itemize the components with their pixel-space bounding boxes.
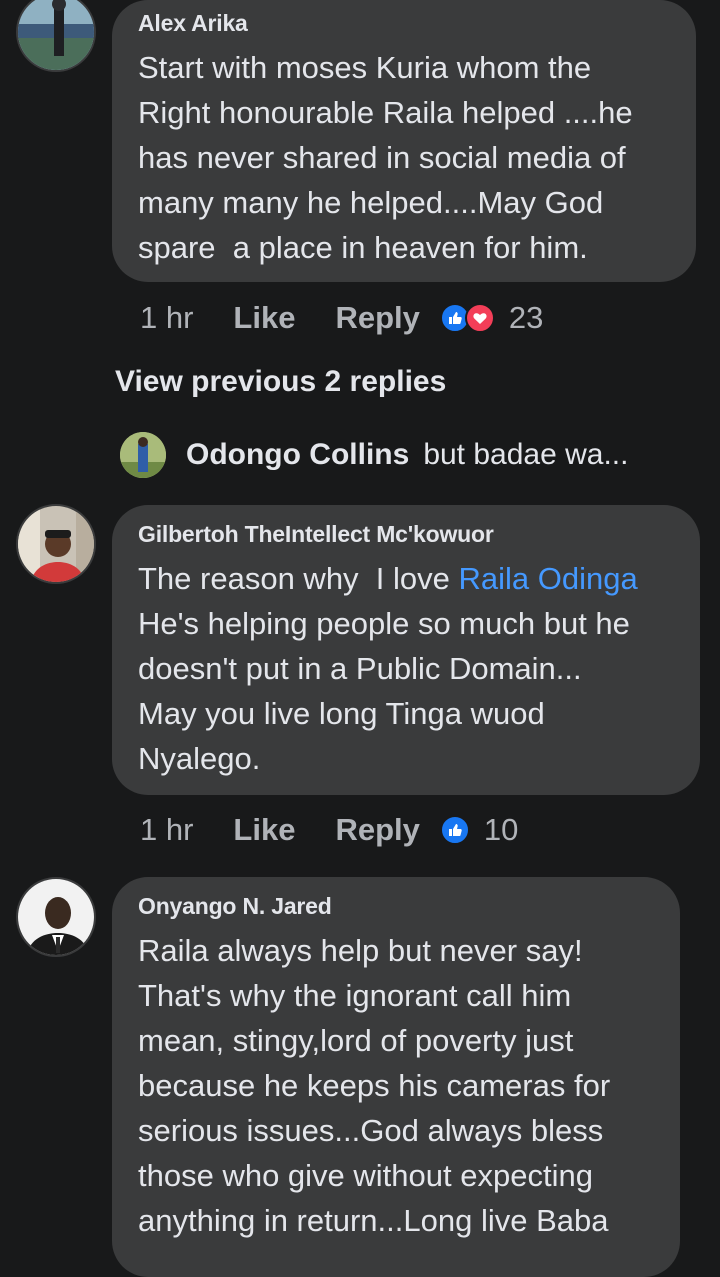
avatar-photo (18, 879, 94, 955)
avatar-photo (18, 506, 94, 582)
comment-line: Right honourable Raila helped ....he (138, 95, 633, 130)
comment-timestamp[interactable]: 1 hr (140, 812, 193, 848)
comment-line: serious issues...God always bless (138, 1113, 604, 1148)
avatar-onyango-jared[interactable] (16, 877, 96, 957)
comment-bubble[interactable]: Onyango N. Jared Raila always help but n… (112, 877, 680, 1277)
reactions-summary[interactable] (439, 303, 495, 333)
comment-line: those who give without expecting (138, 1158, 593, 1193)
comment-line: has never shared in social media of (138, 140, 626, 175)
comment-author[interactable]: Onyango N. Jared (138, 893, 654, 920)
comment-bubble[interactable]: Alex Arika Start with moses Kuria whom t… (112, 0, 696, 282)
comment-line: He's helping people so much but he (138, 606, 630, 641)
like-icon (439, 815, 470, 845)
reply-preview[interactable]: Odongo Collins but badae wa... (120, 432, 628, 478)
comment-line: because he keeps his cameras for (138, 1068, 611, 1103)
reaction-count[interactable]: 23 (509, 300, 543, 336)
avatar-photo (120, 432, 166, 478)
comment-actions: 1 hr Like Reply 10 (140, 810, 518, 850)
comment-line: That's why the ignorant call him (138, 978, 572, 1013)
like-button[interactable]: Like (233, 812, 295, 848)
avatar-photo (18, 0, 94, 70)
reactions-summary[interactable] (439, 815, 470, 845)
avatar-gilbertoh[interactable] (16, 504, 96, 584)
comment-text: Start with moses Kuria whom the Right ho… (138, 45, 670, 270)
comment-line: doesn't put in a Public Domain... (138, 651, 582, 686)
comment-line: mean, stingy,lord of poverty just (138, 1023, 574, 1058)
comment-line: The reason why I love Raila Odinga (138, 556, 674, 601)
comment-author[interactable]: Alex Arika (138, 10, 670, 37)
comment-line: many many he helped....May God (138, 185, 604, 220)
reply-preview-author[interactable]: Odongo Collins (186, 438, 409, 472)
comment-text: Raila always help but never say! That's … (138, 928, 654, 1243)
reply-preview-text: but badae wa... (423, 438, 629, 471)
view-previous-replies-link[interactable]: View previous 2 replies (115, 365, 446, 399)
reply-button[interactable]: Reply (335, 300, 419, 336)
reaction-count[interactable]: 10 (484, 812, 518, 848)
reply-preview-avatar[interactable] (120, 432, 166, 478)
comment-line: anything in return...Long live Baba (138, 1203, 609, 1238)
comment-line: May you live long Tinga wuod (138, 696, 545, 731)
comment-actions: 1 hr Like Reply 23 (140, 298, 543, 338)
comment-line-prefix: The reason why I love (138, 561, 459, 596)
comment-line: Start with moses Kuria whom the (138, 50, 592, 85)
reply-button[interactable]: Reply (335, 812, 419, 848)
love-icon (464, 303, 495, 333)
comment-timestamp[interactable]: 1 hr (140, 300, 193, 336)
like-button[interactable]: Like (233, 300, 295, 336)
comment-line: Raila always help but never say! (138, 933, 583, 968)
mention-link[interactable]: Raila Odinga (459, 561, 638, 596)
comment-author[interactable]: Gilbertoh TheIntellect Mc'kowuor (138, 521, 674, 548)
comment-line: Nyalego. (138, 741, 261, 776)
avatar-alex-arika[interactable] (16, 0, 96, 72)
comment-bubble[interactable]: Gilbertoh TheIntellect Mc'kowuor The rea… (112, 505, 700, 795)
comment-line: spare a place in heaven for him. (138, 230, 588, 265)
comment-text: The reason why I love Raila Odinga He's … (138, 556, 674, 781)
